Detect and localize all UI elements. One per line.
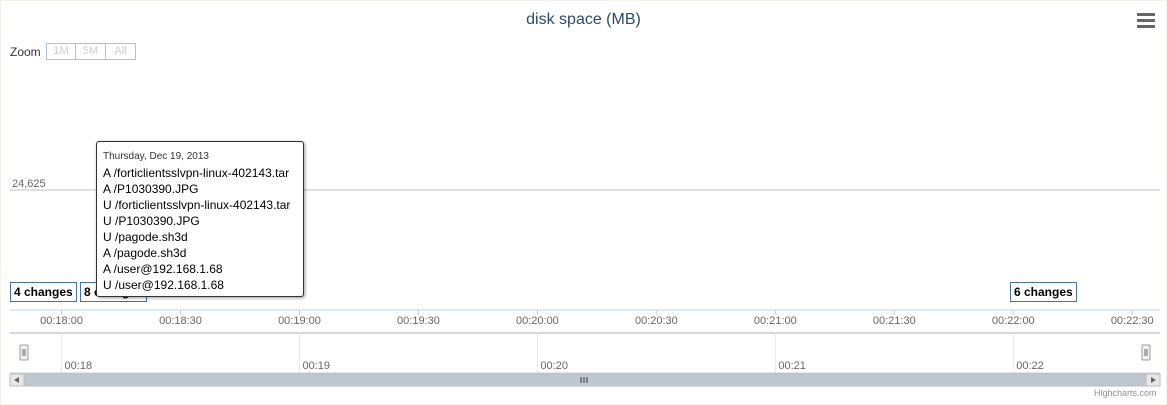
x-axis-ticks: 00:18:00 00:18:30 00:19:00 00:19:30 00:20:00… xyxy=(40,310,1154,327)
x-tick-label: 00:19:30 xyxy=(397,315,440,327)
tooltip-lines: A /forticlientsslvpn-linux-402143.tar A … xyxy=(97,165,303,293)
tooltip-line: A /P1030390.JPG xyxy=(103,182,199,196)
x-tick-label: 00:22:00 xyxy=(992,315,1035,327)
y-tick-label: 24,625 xyxy=(12,178,46,190)
scroll-right-button[interactable] xyxy=(1145,373,1161,387)
navigator-tick-label: 00:22 xyxy=(1016,360,1044,372)
x-tick-label: 00:18:00 xyxy=(40,315,83,327)
flag-4-changes[interactable]: 4 changes xyxy=(10,282,77,302)
x-tick-label: 00:18:30 xyxy=(159,315,202,327)
credits-link[interactable]: Highcharts.com xyxy=(1094,388,1157,398)
scrollbar-thumb[interactable] xyxy=(23,373,1147,387)
tooltip-line: U /P1030390.JPG xyxy=(103,214,200,228)
navigator-tick-label: 00:20 xyxy=(540,360,568,372)
tooltip: Thursday, Dec 19, 2013 A /forticlientssl… xyxy=(96,141,304,297)
navigator-tick-label: 00:18 xyxy=(65,360,93,372)
x-tick-label: 00:20:30 xyxy=(635,315,678,327)
tooltip-line: A /user@192.168.1.68 xyxy=(103,262,223,276)
navigator-tick-label: 00:21 xyxy=(778,360,806,372)
scroll-left-button[interactable] xyxy=(9,373,25,387)
tooltip-line: U /user@192.168.1.68 xyxy=(103,278,224,292)
tooltip-line: A /pagode.sh3d xyxy=(103,246,187,260)
x-tick-label: 00:21:30 xyxy=(873,315,916,327)
tooltip-line: U /forticlientsslvpn-linux-402143.tar xyxy=(103,198,291,212)
x-tick-label: 00:22:30 xyxy=(1111,315,1154,327)
x-tick-label: 00:21:00 xyxy=(754,315,797,327)
navigator-right-handle[interactable] xyxy=(1141,344,1151,361)
navigator-left-handle[interactable] xyxy=(19,344,29,361)
navigator-area xyxy=(10,333,1160,373)
flag-6-changes[interactable]: 6 changes xyxy=(1010,282,1077,302)
navigator-tick-label: 00:19 xyxy=(302,360,330,372)
tooltip-date: Thursday, Dec 19, 2013 xyxy=(103,151,209,162)
tooltip-line: A /forticlientsslvpn-linux-402143.tar xyxy=(103,166,290,180)
x-tick-label: 00:20:00 xyxy=(516,315,559,327)
x-tick-label: 00:19:00 xyxy=(278,315,321,327)
tooltip-line: U /pagode.sh3d xyxy=(103,230,188,244)
